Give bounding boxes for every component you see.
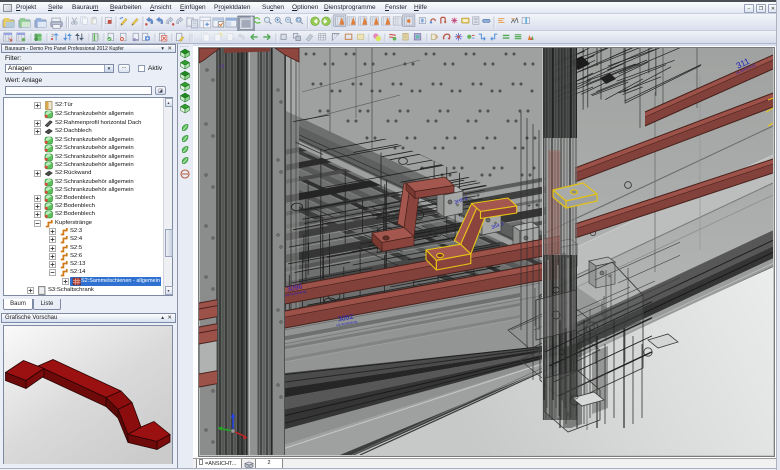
svg-text:≠1: ≠1: [219, 64, 225, 70]
